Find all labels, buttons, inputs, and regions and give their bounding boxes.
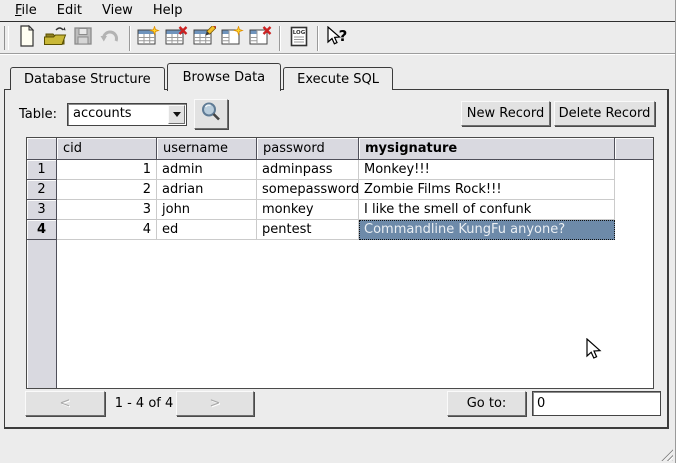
menu-bar: File Edit View Help bbox=[0, 0, 675, 22]
whats-this-icon: ? bbox=[325, 26, 349, 51]
delete-record-label: Delete Record bbox=[559, 106, 651, 121]
cell-cid[interactable]: 3 bbox=[57, 200, 157, 220]
cell-mysignature-selected[interactable]: Commandline KungFu anyone? bbox=[359, 220, 615, 240]
cell-password[interactable]: somepassword bbox=[257, 180, 359, 200]
cell-mysignature[interactable]: I like the smell of confunk bbox=[359, 200, 615, 220]
menu-item-help[interactable]: Help bbox=[144, 2, 192, 19]
data-grid: cid username password mysignature 1 1 ad… bbox=[26, 137, 654, 389]
new-database-button[interactable] bbox=[13, 25, 40, 52]
new-database-icon bbox=[17, 25, 37, 51]
goto-label: Go to: bbox=[467, 396, 507, 411]
next-page-label: > bbox=[210, 396, 221, 411]
cell-username[interactable]: admin bbox=[157, 160, 257, 180]
create-table-icon bbox=[137, 26, 160, 51]
svg-text:?: ? bbox=[338, 27, 347, 45]
column-header-username[interactable]: username bbox=[157, 138, 257, 160]
cell-cid[interactable]: 1 bbox=[57, 160, 157, 180]
table-row: 2 2 adrian somepassword Zombie Films Roc… bbox=[27, 180, 653, 200]
goto-button[interactable]: Go to: bbox=[447, 391, 526, 416]
revert-changes-icon bbox=[100, 26, 122, 50]
delete-table-icon bbox=[165, 26, 188, 51]
menu-item-file[interactable]: File bbox=[6, 2, 46, 19]
next-page-button[interactable]: > bbox=[176, 391, 254, 416]
row-header[interactable]: 4 bbox=[27, 220, 57, 240]
cell-cid[interactable]: 4 bbox=[57, 220, 157, 240]
toolbar-separator bbox=[317, 26, 319, 51]
cell-mysignature[interactable]: Monkey!!! bbox=[359, 160, 615, 180]
previous-page-label: < bbox=[60, 396, 71, 411]
cell-username[interactable]: adrian bbox=[157, 180, 257, 200]
tab-label: Database Structure bbox=[24, 72, 151, 87]
column-header-cid[interactable]: cid bbox=[57, 138, 157, 160]
chevron-down-icon bbox=[173, 112, 181, 121]
table-select-value: accounts bbox=[73, 106, 132, 121]
create-table-button[interactable] bbox=[135, 25, 162, 52]
app-window: File Edit View Help bbox=[0, 0, 676, 463]
new-record-label: New Record bbox=[467, 106, 544, 121]
grid-header-row: cid username password mysignature bbox=[27, 138, 653, 160]
open-database-button[interactable] bbox=[41, 25, 68, 52]
browse-data-panel: Table: accounts New Record Delete Record bbox=[4, 89, 669, 429]
mouse-cursor bbox=[583, 338, 603, 364]
tab-execute-sql[interactable]: Execute SQL bbox=[283, 67, 393, 90]
menu-item-edit[interactable]: Edit bbox=[48, 2, 91, 19]
goto-input[interactable] bbox=[532, 391, 661, 416]
combo-dropdown-button[interactable] bbox=[168, 105, 185, 124]
row-header[interactable]: 3 bbox=[27, 200, 57, 220]
table-row: 1 1 admin adminpass Monkey!!! bbox=[27, 160, 653, 180]
delete-table-button[interactable] bbox=[163, 25, 190, 52]
save-database-button[interactable] bbox=[69, 25, 96, 52]
create-index-button[interactable] bbox=[219, 25, 246, 52]
resize-grip[interactable] bbox=[660, 448, 673, 461]
save-database-icon bbox=[73, 26, 93, 50]
menu-item-view[interactable]: View bbox=[93, 2, 142, 19]
log-button[interactable]: LOG bbox=[285, 25, 312, 52]
revert-changes-button[interactable] bbox=[97, 25, 124, 52]
grid-corner-cell bbox=[27, 138, 57, 160]
table-select[interactable]: accounts bbox=[67, 103, 187, 126]
whats-this-button[interactable]: ? bbox=[323, 25, 350, 52]
search-button[interactable] bbox=[194, 99, 228, 129]
row-header[interactable]: 2 bbox=[27, 180, 57, 200]
cell-mysignature[interactable]: Zombie Films Rock!!! bbox=[359, 180, 615, 200]
new-record-button[interactable]: New Record bbox=[461, 101, 550, 126]
cell-username[interactable]: john bbox=[157, 200, 257, 220]
modify-table-icon bbox=[193, 26, 216, 51]
tab-bar: Database Structure Browse Data Execute S… bbox=[10, 62, 395, 90]
delete-record-button[interactable]: Delete Record bbox=[554, 101, 655, 126]
tab-database-structure[interactable]: Database Structure bbox=[10, 67, 165, 90]
delete-index-button[interactable] bbox=[247, 25, 274, 52]
tab-browse-data[interactable]: Browse Data bbox=[167, 63, 282, 91]
delete-index-icon bbox=[249, 26, 272, 51]
grid-header-filler bbox=[615, 138, 653, 160]
record-range-label: 1 - 4 of 4 bbox=[113, 396, 175, 411]
row-header[interactable]: 1 bbox=[27, 160, 57, 180]
log-icon: LOG bbox=[289, 26, 309, 51]
column-header-password[interactable]: password bbox=[257, 138, 359, 160]
create-index-icon bbox=[221, 26, 244, 51]
open-database-icon bbox=[43, 25, 67, 51]
toolbar-drag-handle[interactable] bbox=[4, 26, 9, 50]
table-row: 4 4 ed pentest Commandline KungFu anyone… bbox=[27, 220, 653, 240]
cell-password[interactable]: monkey bbox=[257, 200, 359, 220]
cell-password[interactable]: pentest bbox=[257, 220, 359, 240]
cell-password[interactable]: adminpass bbox=[257, 160, 359, 180]
table-label: Table: bbox=[19, 107, 57, 122]
toolbar-separator bbox=[279, 26, 281, 51]
toolbar: LOG ? bbox=[0, 23, 675, 54]
modify-table-button[interactable] bbox=[191, 25, 218, 52]
previous-page-button[interactable]: < bbox=[25, 391, 105, 416]
cell-cid[interactable]: 2 bbox=[57, 180, 157, 200]
column-header-mysignature[interactable]: mysignature bbox=[359, 138, 615, 160]
toolbar-separator bbox=[129, 26, 131, 51]
log-icon-text: LOG bbox=[292, 30, 305, 36]
table-row: 3 3 john monkey I like the smell of conf… bbox=[27, 200, 653, 220]
row-header-filler bbox=[27, 240, 57, 388]
tab-label: Browse Data bbox=[183, 70, 266, 85]
tab-label: Execute SQL bbox=[297, 72, 379, 87]
cell-username[interactable]: ed bbox=[157, 220, 257, 240]
search-icon bbox=[200, 101, 222, 127]
